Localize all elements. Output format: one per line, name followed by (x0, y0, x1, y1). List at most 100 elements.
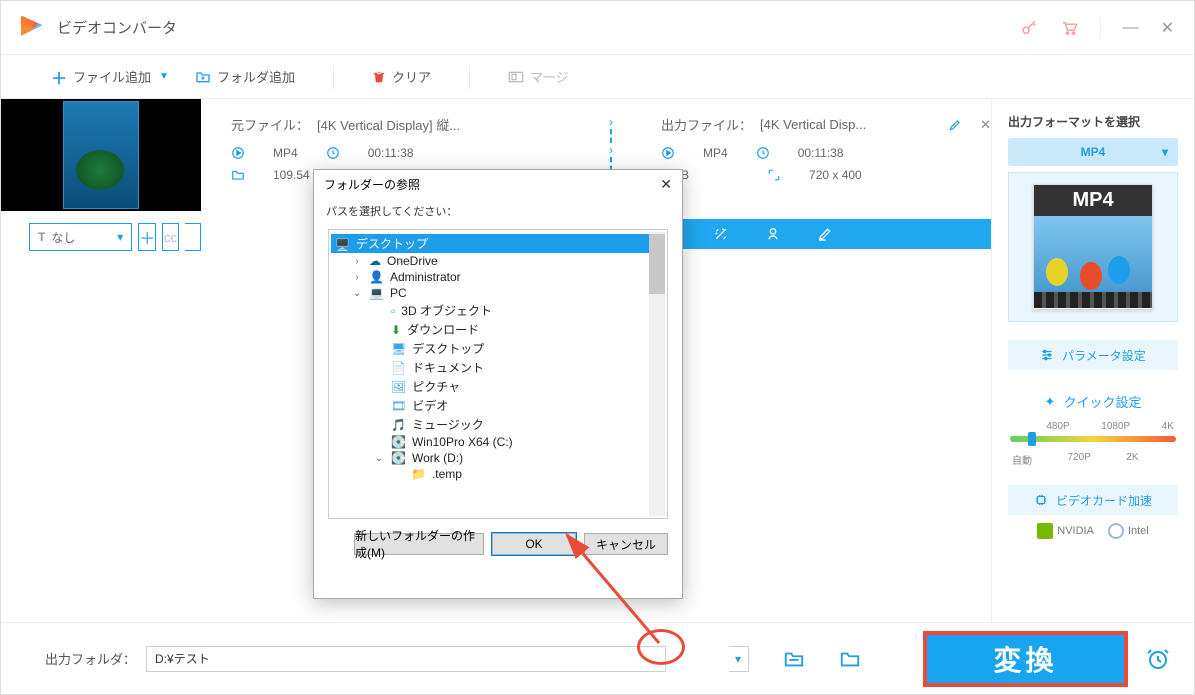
folder-tree[interactable]: 🖥️デスクトップ ›☁OneDrive ›👤Administrator ⌄💻PC… (328, 229, 668, 519)
merge-label: マージ (530, 67, 569, 86)
output-path-value: D:¥テスト (155, 650, 210, 667)
tree-item-videos[interactable]: 🎞ビデオ (331, 396, 665, 415)
app-logo-icon (21, 16, 45, 40)
ok-button[interactable]: OK (492, 533, 576, 555)
add-file-label: ファイル追加 (73, 67, 151, 86)
format-dropdown[interactable]: MP4 ▾ (1008, 138, 1178, 166)
divider (469, 65, 470, 89)
watermark-icon[interactable] (765, 226, 781, 242)
output-duration: 00:11:38 (798, 146, 844, 160)
source-label: 元ファイル： (231, 115, 309, 134)
tree-item-temp[interactable]: 📁.temp (331, 466, 665, 482)
scrollbar[interactable] (649, 232, 665, 516)
tree-item-desktop2[interactable]: 🖥デスクトップ (331, 339, 665, 358)
tree-item-documents[interactable]: 📄ドキュメント (331, 358, 665, 377)
dialog-title: フォルダーの参照 (324, 176, 420, 193)
plus-icon: ＋ (51, 65, 67, 89)
output-path-field[interactable]: D:¥テスト (146, 646, 666, 672)
convert-label: 変換 (993, 639, 1057, 679)
parameter-settings-button[interactable]: パラメータ設定 (1008, 340, 1178, 370)
output-label: 出力ファイル： (661, 115, 752, 134)
source-duration: 00:11:38 (368, 146, 414, 160)
chevron-down-icon: ▾ (1162, 145, 1168, 159)
quick-bottom-labels: 自動 720P 2K (1008, 452, 1178, 467)
cart-icon[interactable] (1060, 19, 1078, 37)
format-preview: MP4 (1008, 172, 1178, 322)
source-size: 109.54 (273, 168, 310, 182)
dialog-close-button[interactable]: ✕ (660, 176, 672, 193)
source-format: MP4 (273, 146, 298, 160)
format-card-label: MP4 (1034, 185, 1152, 216)
add-folder-label: フォルダ追加 (217, 67, 295, 86)
clear-button[interactable]: クリア (366, 63, 437, 90)
right-panel: 出力フォーマットを選択 MP4 ▾ MP4 パラメータ設定 ✦ クイック設定 .… (991, 99, 1194, 622)
sliders-icon (1040, 348, 1054, 362)
clear-label: クリア (392, 67, 431, 86)
tree-item-pictures[interactable]: 🖼ピクチャ (331, 377, 665, 396)
format-icon (661, 146, 675, 160)
subtitle-value: なし (51, 229, 75, 246)
key-icon[interactable] (1020, 19, 1038, 37)
browse-folder-icon[interactable] (783, 649, 805, 669)
app-title: ビデオコンバータ (57, 17, 177, 38)
divider (333, 65, 334, 89)
extra-button[interactable] (185, 223, 201, 251)
param-label: パラメータ設定 (1062, 347, 1146, 364)
folder-icon (231, 169, 245, 181)
clock-icon (756, 146, 770, 160)
output-folder-label: 出力フォルダ： (45, 649, 136, 668)
tree-item-pc[interactable]: ⌄💻PC (331, 285, 665, 301)
chevron-down-icon: ▾ (117, 230, 123, 244)
tree-item-ddrive[interactable]: ⌄💽Work (D:) (331, 450, 665, 466)
toolbar: ＋ ファイル追加 ▼ フォルダ追加 クリア マージ (1, 55, 1194, 99)
tree-item-admin[interactable]: ›👤Administrator (331, 269, 665, 285)
folder-browse-dialog: フォルダーの参照 ✕ パスを選択してください： 🖥️デスクトップ ›☁OneDr… (313, 169, 683, 599)
cc-button[interactable]: cc (162, 223, 179, 251)
add-file-button[interactable]: ＋ ファイル追加 ▼ (45, 61, 179, 93)
close-button[interactable]: ✕ (1161, 18, 1174, 38)
output-format: MP4 (703, 146, 728, 160)
folder-plus-icon (195, 70, 211, 84)
open-folder-icon[interactable] (839, 649, 861, 669)
cancel-button[interactable]: キャンセル (584, 533, 668, 555)
video-thumbnail[interactable] (1, 99, 201, 211)
tree-item-music[interactable]: 🎵ミュージック (331, 415, 665, 434)
clock-icon (326, 146, 340, 160)
output-path-dropdown[interactable]: ▾ (729, 646, 749, 672)
tree-item-downloads[interactable]: ⬇ダウンロード (331, 320, 665, 339)
merge-button[interactable]: マージ (502, 63, 575, 90)
resolution-icon (767, 168, 781, 182)
trash-icon (372, 69, 386, 85)
merge-icon (508, 70, 524, 84)
gpu-label: ビデオカード加速 (1056, 492, 1152, 509)
intel-badge: Intel (1108, 523, 1149, 539)
add-folder-button[interactable]: フォルダ追加 (189, 63, 301, 90)
convert-button[interactable]: 変換 (923, 631, 1128, 687)
remove-icon[interactable]: ✕ (980, 117, 991, 133)
source-filename: [4K Vertical Display] 縦... (317, 115, 460, 134)
add-subtitle-button[interactable]: ＋ (138, 223, 156, 251)
minimize-button[interactable]: — (1123, 19, 1139, 37)
quality-slider[interactable] (1010, 436, 1176, 442)
format-value: MP4 (1081, 145, 1106, 159)
quick-settings-label: ✦ クイック設定 (1008, 392, 1178, 411)
footer: 出力フォルダ： D:¥テスト ▾ 変換 (1, 622, 1194, 694)
titlebar: ビデオコンバータ — ✕ (1, 1, 1194, 55)
nvidia-badge: NVIDIA (1037, 523, 1094, 539)
alarm-icon[interactable] (1146, 647, 1170, 671)
tree-item-cdrive[interactable]: 💽Win10Pro X64 (C:) (331, 434, 665, 450)
subtitle-edit-icon[interactable] (817, 226, 833, 242)
new-folder-button[interactable]: 新しいフォルダーの作成(M) (354, 533, 484, 555)
tree-item-desktop[interactable]: 🖥️デスクトップ (331, 234, 665, 253)
chevron-down-icon[interactable]: ▼ (159, 71, 169, 82)
edit-icon[interactable] (948, 117, 962, 133)
tree-item-3dobjects[interactable]: ▫3D オブジェクト (331, 301, 665, 320)
subtitle-select[interactable]: T なし ▾ (29, 223, 132, 251)
tree-item-onedrive[interactable]: ›☁OneDrive (331, 253, 665, 269)
arrow-right-icon: › (609, 143, 613, 157)
format-section-title: 出力フォーマットを選択 (1008, 113, 1178, 130)
output-resolution: 720 x 400 (809, 168, 862, 182)
output-filename: [4K Vertical Disp... (760, 117, 866, 132)
effects-icon[interactable] (713, 226, 729, 242)
gpu-accel-button[interactable]: ビデオカード加速 (1008, 485, 1178, 515)
